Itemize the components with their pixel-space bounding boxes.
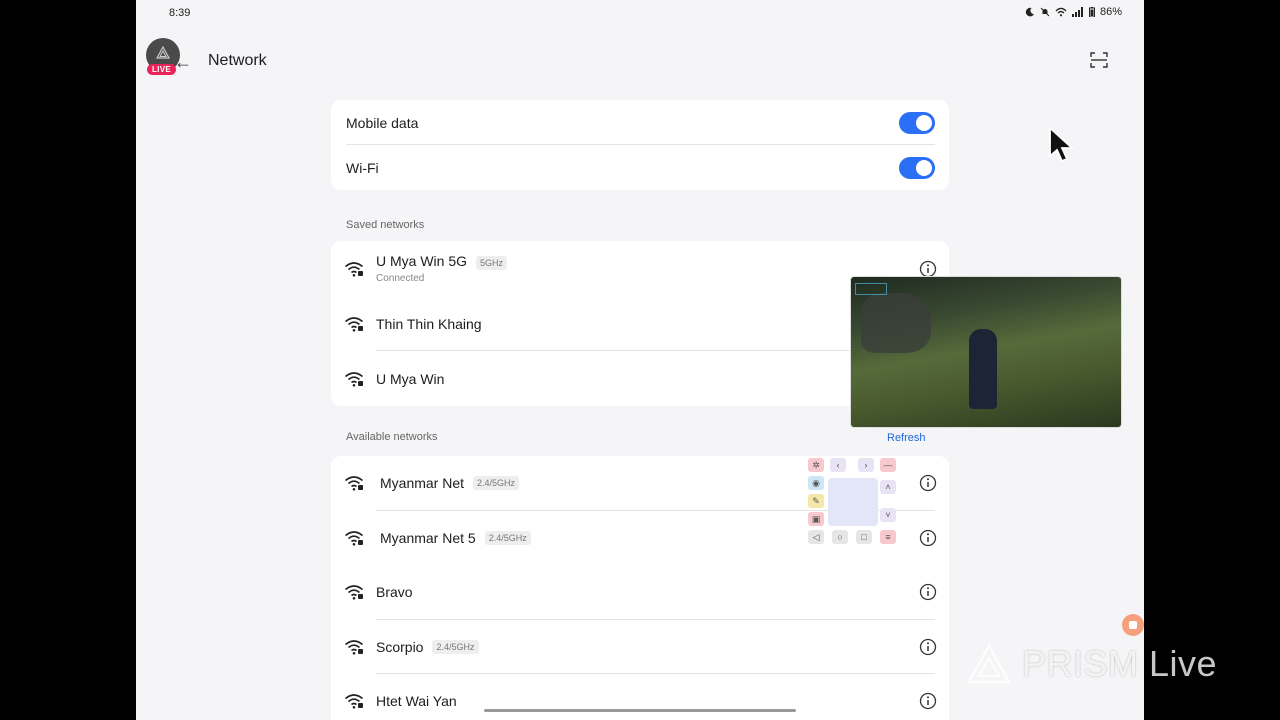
watermark-text: PRISM Live [1022, 643, 1218, 684]
wifi-row[interactable]: Wi-Fi [331, 145, 949, 190]
preview-character [969, 329, 997, 409]
wifi-lock-icon [344, 694, 364, 709]
controller-game-icon[interactable]: ✲ [808, 458, 824, 472]
controller-target-icon[interactable]: ◉ [808, 476, 824, 490]
controller-minimize-icon[interactable]: — [880, 458, 896, 472]
wifi-toggle[interactable] [899, 157, 935, 179]
controller-pen-icon[interactable]: ✎ [808, 494, 824, 508]
prism-live-watermark: PRISM Live [966, 643, 1217, 685]
wifi-lock-icon [344, 639, 364, 655]
info-icon[interactable] [919, 638, 937, 656]
mobile-data-toggle[interactable] [899, 112, 935, 134]
network-name: U Mya Win [376, 370, 445, 387]
wifi-lock-icon [344, 530, 364, 546]
battery-icon [1088, 7, 1095, 17]
controller-menu-icon[interactable]: ≡ [880, 530, 896, 544]
toggle-card: Mobile data Wi-Fi [331, 100, 949, 190]
network-name: Thin Thin Khaing [376, 315, 482, 332]
band-badge: 2.4/5GHz [473, 476, 520, 491]
mobile-data-label: Mobile data [346, 114, 419, 131]
info-icon[interactable] [919, 529, 937, 547]
mobile-data-row[interactable]: Mobile data [331, 100, 949, 145]
available-network-item[interactable]: Scorpio 2.4/5GHz [331, 620, 949, 674]
prism-logo-icon [966, 643, 1012, 684]
status-icons: 86% [1025, 6, 1122, 18]
network-name: U Mya Win 5G [376, 253, 468, 270]
connection-status: Connected [376, 272, 425, 284]
network-name: Scorpio [376, 638, 424, 655]
wifi-icon [344, 371, 364, 387]
network-name: Myanmar Net [380, 475, 465, 492]
controller-left-icon[interactable]: ‹ [830, 458, 846, 472]
mute-bell-icon [1040, 7, 1050, 17]
back-arrow-icon[interactable]: ← [174, 52, 192, 73]
nav-home-icon[interactable]: ○ [832, 530, 848, 544]
controller-up-icon[interactable]: ˄ [880, 480, 896, 494]
wifi-label: Wi-Fi [346, 159, 379, 176]
preview-scenery [861, 293, 931, 353]
game-preview-overlay[interactable] [850, 276, 1122, 428]
info-icon[interactable] [919, 474, 937, 492]
controller-down-icon[interactable]: ˅ [880, 508, 896, 522]
status-time: 8:39 [169, 7, 191, 19]
signal-icon [1071, 7, 1083, 17]
home-indicator[interactable] [484, 709, 796, 712]
wifi-icon [344, 261, 364, 277]
live-tag: LIVE [147, 64, 176, 75]
wifi-lock-icon [344, 585, 364, 600]
moon-icon [1025, 7, 1034, 17]
band-badge: 2.4/5GHz [484, 530, 531, 545]
wifi-icon [344, 316, 364, 332]
network-name: Myanmar Net 5 [380, 529, 476, 546]
network-name: Htet Wai Yan [376, 693, 457, 710]
controller-screenshot-icon[interactable]: ▣ [808, 512, 824, 526]
available-network-item[interactable]: Bravo [331, 565, 949, 620]
wifi-lock-icon [344, 476, 364, 491]
band-badge: 5GHz [476, 255, 508, 270]
battery-percent: 86% [1099, 6, 1122, 18]
info-icon[interactable] [919, 583, 937, 601]
prism-logo-icon [156, 46, 170, 59]
controller-touchpad[interactable] [828, 478, 878, 526]
page-title: Network [208, 52, 267, 69]
nav-back-icon[interactable]: ◁ [808, 530, 824, 544]
info-icon[interactable] [919, 260, 937, 278]
floating-controller[interactable]: ✲ ‹ › — ◉ ✎ ▣ ˄ ˅ ◁ ○ □ ≡ [806, 458, 902, 548]
controller-right-icon[interactable]: › [858, 458, 874, 472]
band-badge: 2.4/5GHz [432, 639, 479, 654]
record-stop-icon[interactable] [1122, 614, 1144, 636]
settings-screen: 8:39 86% LIVE ← Network Mobile data Wi-F… [136, 0, 1144, 720]
refresh-button[interactable]: Refresh [887, 432, 926, 444]
available-network-item[interactable]: Htet Wai Yan [331, 674, 949, 720]
wifi-status-icon [1055, 7, 1067, 17]
network-name: Bravo [376, 584, 413, 601]
mouse-cursor-icon [1049, 126, 1075, 163]
nav-recents-icon[interactable]: □ [856, 530, 872, 544]
available-networks-heading: Available networks [346, 431, 438, 443]
info-icon[interactable] [919, 692, 937, 710]
saved-networks-heading: Saved networks [346, 219, 425, 231]
preview-hud [855, 283, 887, 295]
scan-qr-icon[interactable] [1090, 52, 1108, 68]
